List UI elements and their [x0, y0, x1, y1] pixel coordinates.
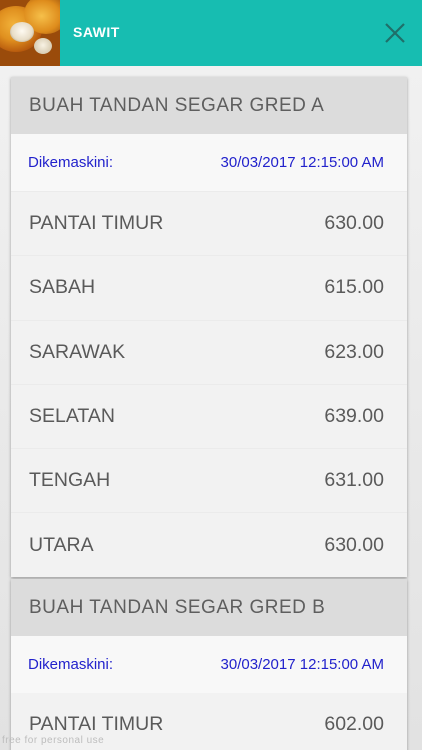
price-row[interactable]: PANTAI TIMUR 630.00 — [11, 191, 407, 255]
price-card-gred-b: BUAH TANDAN SEGAR GRED B Dikemaskini: 30… — [11, 579, 407, 750]
price-row[interactable]: UTARA 630.00 — [11, 512, 407, 576]
updated-value: 30/03/2017 12:15:00 AM — [220, 656, 384, 673]
close-icon — [385, 23, 405, 43]
region-label: UTARA — [29, 533, 94, 556]
watermark: free for personal use — [2, 735, 105, 746]
price-value: 630.00 — [324, 212, 384, 235]
price-value: 639.00 — [324, 405, 384, 428]
card-title: BUAH TANDAN SEGAR GRED B — [11, 579, 407, 636]
price-row[interactable]: SARAWAK 623.00 — [11, 319, 407, 384]
price-card-gred-a: BUAH TANDAN SEGAR GRED A Dikemaskini: 30… — [11, 77, 407, 577]
price-row[interactable]: SABAH 615.00 — [11, 255, 407, 319]
region-label: SARAWAK — [29, 340, 126, 363]
price-value: 615.00 — [324, 276, 384, 299]
updated-label: Dikemaskini: — [28, 154, 114, 171]
close-button[interactable] — [380, 18, 410, 48]
region-label: TENGAH — [29, 469, 111, 492]
updated-row: Dikemaskini: 30/03/2017 12:15:00 AM — [11, 134, 407, 191]
price-row[interactable]: SELATAN 639.00 — [11, 383, 407, 448]
price-value: 631.00 — [324, 469, 384, 492]
app-title: SAWIT — [73, 24, 120, 40]
updated-label: Dikemaskini: — [28, 656, 114, 673]
price-value: 630.00 — [324, 533, 384, 556]
card-title: BUAH TANDAN SEGAR GRED A — [11, 77, 407, 134]
price-list[interactable]: BUAH TANDAN SEGAR GRED A Dikemaskini: 30… — [0, 66, 422, 750]
updated-value: 30/03/2017 12:15:00 AM — [220, 154, 384, 171]
region-label: PANTAI TIMUR — [29, 212, 164, 235]
region-label: SELATAN — [29, 405, 115, 428]
region-label: PANTAI TIMUR — [29, 713, 164, 736]
price-value: 602.00 — [324, 713, 384, 736]
top-bar: SAWIT — [0, 0, 422, 66]
palm-fruit-thumbnail — [0, 0, 60, 66]
updated-row: Dikemaskini: 30/03/2017 12:15:00 AM — [11, 636, 407, 693]
price-row[interactable]: TENGAH 631.00 — [11, 448, 407, 512]
price-value: 623.00 — [324, 340, 384, 363]
region-label: SABAH — [29, 276, 96, 299]
